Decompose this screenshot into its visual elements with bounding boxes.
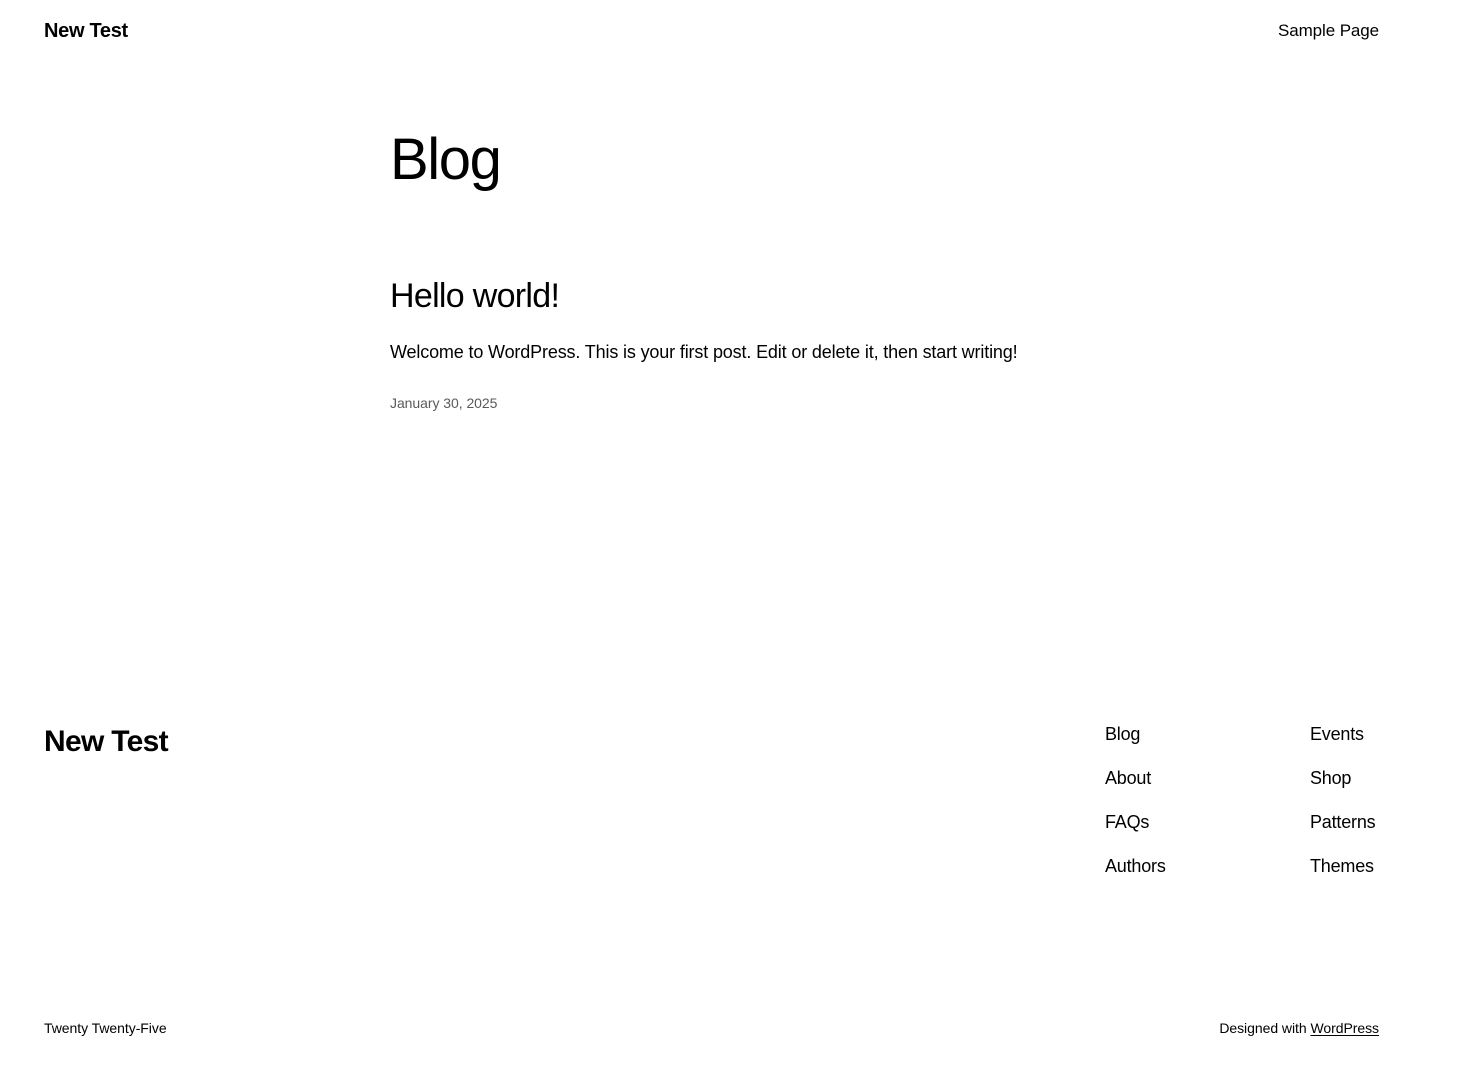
site-title-header[interactable]: New Test [44, 19, 128, 43]
footer-nav-item-patterns[interactable]: Patterns [1310, 812, 1376, 856]
site-header: New Test Sample Page [0, 0, 1464, 62]
footer-nav-item-about[interactable]: About [1105, 768, 1166, 812]
footer-nav-item-shop[interactable]: Shop [1310, 768, 1375, 812]
nav-item-sample-page[interactable]: Sample Page [1278, 21, 1379, 41]
footer-nav-item-authors[interactable]: Authors [1105, 856, 1166, 900]
footer-nav-item-themes[interactable]: Themes [1310, 856, 1375, 900]
list-item: Hello world! Welcome to WordPress. This … [390, 276, 1090, 411]
site-title-footer[interactable]: New Test [44, 724, 169, 760]
header-navigation: Sample Page [1278, 21, 1379, 41]
credit-text: Designed with WordPress [1219, 1020, 1379, 1036]
post-excerpt: Welcome to WordPress. This is your first… [390, 341, 1018, 362]
site-footer: New Test Blog About FAQs Authors Events … [0, 700, 1464, 1080]
footer-navigation-column-1: Blog About FAQs Authors [1105, 724, 1166, 900]
post-list: Hello world! Welcome to WordPress. This … [390, 276, 1090, 411]
post-title: Hello world! [390, 276, 1090, 317]
footer-nav-item-faqs[interactable]: FAQs [1105, 812, 1166, 856]
credit-prefix: Designed with [1219, 1020, 1311, 1036]
footer-navigation-column-2: Events Shop Patterns Themes [1310, 724, 1376, 900]
footer-nav-item-blog[interactable]: Blog [1105, 724, 1166, 768]
footer-bottom-bar: Twenty Twenty-Five Designed with WordPre… [0, 1008, 1464, 1048]
post-title-link[interactable]: Hello world! [390, 277, 560, 315]
footer-top: New Test Blog About FAQs Authors Events … [0, 700, 1464, 940]
theme-name: Twenty Twenty-Five [44, 1020, 167, 1036]
post-date: January 30, 2025 [390, 394, 498, 411]
page-title: Blog [390, 127, 502, 192]
wordpress-link[interactable]: WordPress [1310, 1020, 1379, 1036]
footer-nav-item-events[interactable]: Events [1310, 724, 1375, 768]
